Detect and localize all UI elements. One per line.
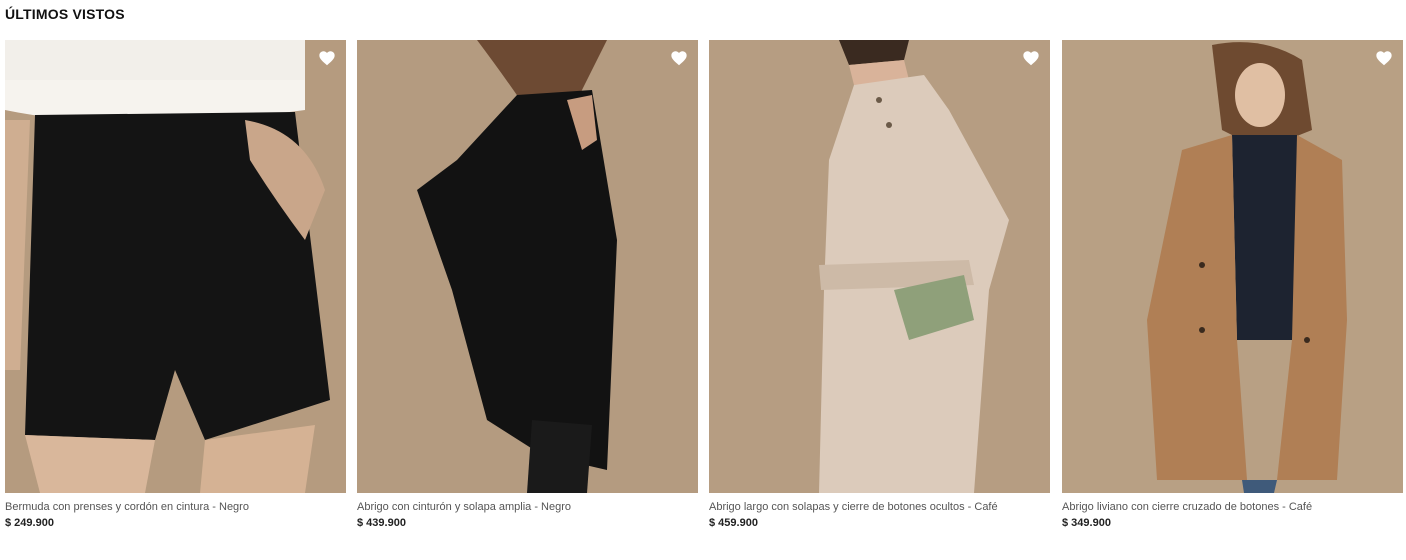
product-price: $ 459.900: [709, 517, 758, 529]
product-image[interactable]: [357, 40, 698, 493]
product-price: $ 249.900: [5, 517, 54, 529]
section-title: ÚLTIMOS VISTOS: [5, 6, 125, 22]
heart-icon[interactable]: [318, 50, 336, 66]
heart-icon[interactable]: [670, 50, 688, 66]
product-name[interactable]: Bermuda con prenses y cordón en cintura …: [5, 501, 346, 513]
product-price: $ 349.900: [1062, 517, 1111, 529]
heart-icon[interactable]: [1022, 50, 1040, 66]
product-name[interactable]: Abrigo largo con solapas y cierre de bot…: [709, 501, 1050, 513]
product-image[interactable]: [1062, 40, 1403, 493]
heart-icon[interactable]: [1375, 50, 1393, 66]
product-card[interactable]: Abrigo con cinturón y solapa amplia - Ne…: [357, 40, 698, 529]
beige-coat-illustration: [709, 40, 1050, 493]
product-price: $ 439.900: [357, 517, 406, 529]
camel-coat-illustration: [1062, 40, 1403, 493]
shorts-illustration: [5, 40, 346, 493]
product-card[interactable]: Bermuda con prenses y cordón en cintura …: [5, 40, 346, 529]
product-name[interactable]: Abrigo con cinturón y solapa amplia - Ne…: [357, 501, 698, 513]
product-image[interactable]: [5, 40, 346, 493]
product-grid: Bermuda con prenses y cordón en cintura …: [5, 40, 1403, 540]
product-name[interactable]: Abrigo liviano con cierre cruzado de bot…: [1062, 501, 1403, 513]
product-card[interactable]: Abrigo largo con solapas y cierre de bot…: [709, 40, 1050, 529]
product-card[interactable]: Abrigo liviano con cierre cruzado de bot…: [1062, 40, 1403, 529]
product-image[interactable]: [709, 40, 1050, 493]
black-coat-illustration: [357, 40, 698, 493]
